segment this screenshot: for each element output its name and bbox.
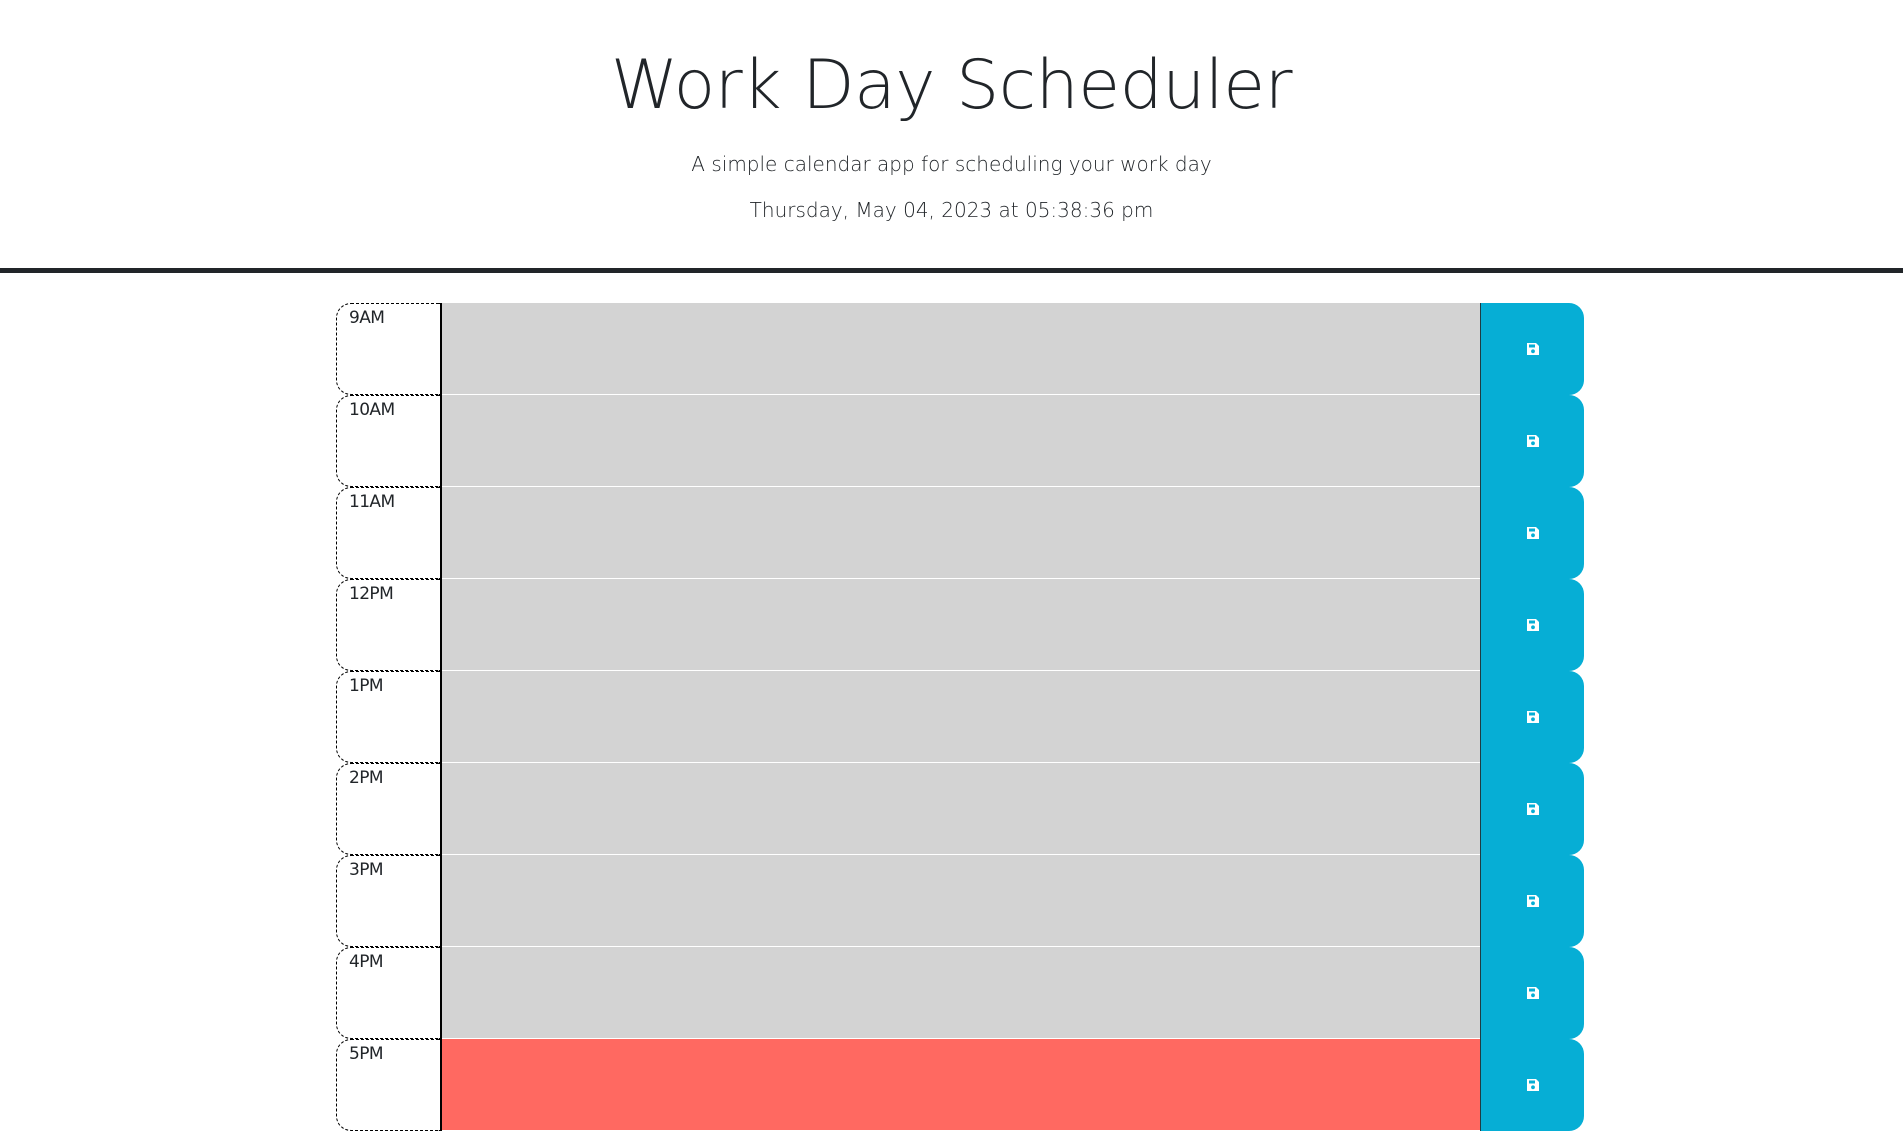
hour-label: 3PM xyxy=(336,855,442,947)
save-icon xyxy=(1526,802,1540,816)
schedule-container: 9AM 10AM 11AM 12PM 1PM 2PM 3PM 4PM 5PM xyxy=(336,302,1584,1131)
hour-label: 12PM xyxy=(336,579,442,671)
description-input[interactable] xyxy=(442,395,1480,486)
time-block-5pm: 5PM xyxy=(336,1038,1584,1131)
time-block-11am: 11AM xyxy=(336,486,1584,579)
save-button[interactable] xyxy=(1480,395,1584,487)
description-input[interactable] xyxy=(442,947,1480,1038)
description-input[interactable] xyxy=(442,303,1480,394)
save-icon xyxy=(1526,618,1540,632)
save-button[interactable] xyxy=(1480,671,1584,763)
save-button[interactable] xyxy=(1480,579,1584,671)
save-icon xyxy=(1526,526,1540,540)
hour-label: 2PM xyxy=(336,763,442,855)
header: Work Day Scheduler A simple calendar app… xyxy=(0,0,1903,273)
hour-label: 10AM xyxy=(336,395,442,487)
description-input[interactable] xyxy=(442,579,1480,670)
save-icon xyxy=(1526,986,1540,1000)
save-icon xyxy=(1526,894,1540,908)
time-block-4pm: 4PM xyxy=(336,946,1584,1039)
save-button[interactable] xyxy=(1480,763,1584,855)
save-icon xyxy=(1526,434,1540,448)
description-input[interactable] xyxy=(442,671,1480,762)
save-button[interactable] xyxy=(1480,947,1584,1039)
save-button[interactable] xyxy=(1480,303,1584,395)
time-block-9am: 9AM xyxy=(336,302,1584,395)
hour-label: 11AM xyxy=(336,487,442,579)
hour-label: 5PM xyxy=(336,1039,442,1131)
hour-label: 4PM xyxy=(336,947,442,1039)
save-button[interactable] xyxy=(1480,855,1584,947)
description-input[interactable] xyxy=(442,763,1480,854)
time-block-3pm: 3PM xyxy=(336,854,1584,947)
save-icon xyxy=(1526,710,1540,724)
current-datetime: Thursday, May 04, 2023 at 05:38:36 pm xyxy=(749,198,1154,222)
time-block-12pm: 12PM xyxy=(336,578,1584,671)
save-button[interactable] xyxy=(1480,487,1584,579)
hour-label: 9AM xyxy=(336,303,442,395)
save-icon xyxy=(1526,342,1540,356)
description-input[interactable] xyxy=(442,855,1480,946)
save-button[interactable] xyxy=(1480,1039,1584,1131)
time-block-2pm: 2PM xyxy=(336,762,1584,855)
save-icon xyxy=(1526,1078,1540,1092)
page-title: Work Day Scheduler xyxy=(610,46,1293,125)
description-input[interactable] xyxy=(442,1039,1480,1130)
description-input[interactable] xyxy=(442,487,1480,578)
time-block-1pm: 1PM xyxy=(336,670,1584,763)
time-block-10am: 10AM xyxy=(336,394,1584,487)
hour-label: 1PM xyxy=(336,671,442,763)
page-subtitle: A simple calendar app for scheduling you… xyxy=(691,152,1212,176)
